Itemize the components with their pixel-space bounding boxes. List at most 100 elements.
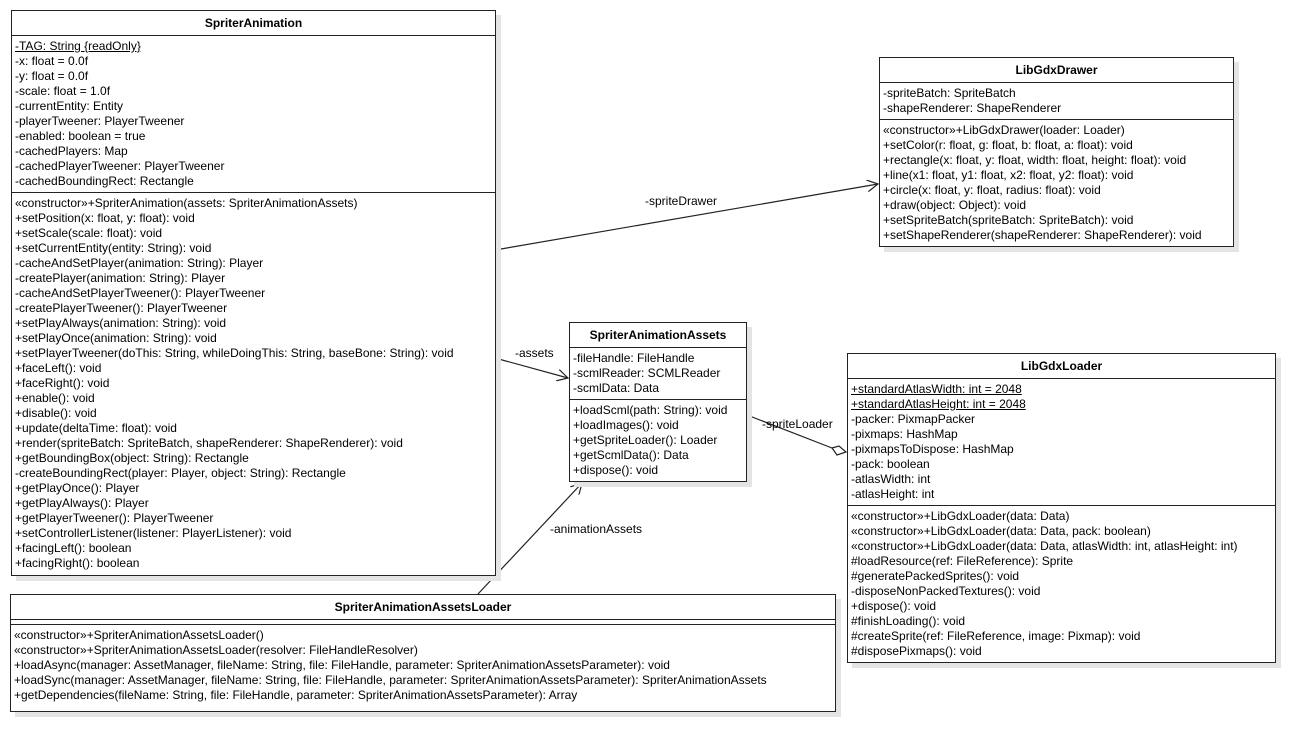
operation-row: +setScale(scale: float): void: [15, 226, 163, 240]
operation-row: +dispose(): void: [573, 463, 659, 477]
class-name: LibGdxDrawer: [880, 58, 1233, 83]
attributes-compartment: -TAG: String {readOnly} -x: float = 0.0f -…: [12, 36, 495, 193]
operation-row: #finishLoading(): void: [851, 614, 966, 628]
class-name: SpriterAnimationAssetsLoader: [11, 595, 835, 620]
label-sprite-loader: -spriteLoader: [762, 417, 833, 431]
operation-row: +update(deltaTime: float): void: [15, 421, 177, 435]
attribute-row: -fileHandle: FileHandle: [573, 351, 695, 365]
operation-row: +facingRight(): boolean: [15, 556, 140, 570]
operation-row: +getPlayOnce(): Player: [15, 481, 140, 495]
attribute-row: -shapeRenderer: ShapeRenderer: [883, 101, 1062, 115]
operation-row: +setCurrentEntity(entity: String): void: [15, 241, 212, 255]
operation-row: «constructor»+LibGdxLoader(data: Data): [851, 509, 1070, 523]
operation-row: +setControllerListener(listener: PlayerL…: [15, 526, 292, 540]
operation-row: #loadResource(ref: FileReference): Sprit…: [851, 554, 1074, 568]
operations-compartment: +loadScml(path: String): void +loadImages…: [570, 400, 746, 481]
operation-row: +loadScml(path: String): void: [573, 403, 728, 417]
operation-row: +setPlayAlways(animation: String): void: [15, 316, 227, 330]
class-name: SpriterAnimation: [12, 11, 495, 36]
class-name: SpriterAnimationAssets: [570, 323, 746, 348]
operation-row: +setPlayOnce(animation: String): void: [15, 331, 217, 345]
attribute-row: -currentEntity: Entity: [15, 99, 124, 113]
operation-row: +draw(object: Object): void: [883, 198, 1027, 212]
attribute-row: -pixmaps: HashMap: [851, 427, 958, 441]
label-assets: -assets: [515, 346, 554, 360]
operation-row: +setSpriteBatch(spriteBatch: SpriteBatch…: [883, 213, 1134, 227]
operation-row: +setPosition(x: float, y: float): void: [15, 211, 195, 225]
attribute-row: -scmlData: Data: [573, 381, 660, 395]
attribute-row: -cachedPlayers: Map: [15, 144, 128, 158]
operation-row: «constructor»+LibGdxDrawer(loader: Loade…: [883, 123, 1125, 137]
attribute-row: -enabled: boolean = true: [15, 129, 146, 143]
operation-row: -disposeNonPackedTextures(): void: [851, 584, 1041, 598]
attribute-row: -cachedPlayerTweener: PlayerTweener: [15, 159, 225, 173]
operation-row: #createSprite(ref: FileReference, image:…: [851, 629, 1141, 643]
operation-row: +loadImages(): void: [573, 418, 679, 432]
operation-row: «constructor»+LibGdxLoader(data: Data, p…: [851, 524, 1151, 538]
attribute-row: -y: float = 0.0f: [15, 69, 89, 83]
class-spriter-animation-assets[interactable]: SpriterAnimationAssets -fileHandle: File…: [569, 322, 747, 482]
attributes-compartment: -fileHandle: FileHandle -scmlReader: SCML…: [570, 348, 746, 400]
class-name: LibGdxLoader: [848, 354, 1275, 379]
operation-row: +getPlayerTweener(): PlayerTweener: [15, 511, 214, 525]
attribute-row: -playerTweener: PlayerTweener: [15, 114, 185, 128]
operation-row: +render(spriteBatch: SpriteBatch, shapeR…: [15, 436, 403, 450]
operation-row: #disposePixmaps(): void: [851, 644, 982, 658]
operations-compartment: «constructor»+SpriterAnimation(assets: S…: [12, 193, 495, 574]
attribute-row: -x: float = 0.0f: [15, 54, 89, 68]
operation-row: -createBoundingRect(player: Player, obje…: [15, 466, 346, 480]
class-spriter-animation-assets-loader[interactable]: SpriterAnimationAssetsLoader «constructo…: [10, 594, 836, 712]
operation-row: «constructor»+LibGdxLoader(data: Data, a…: [851, 539, 1238, 553]
attribute-row: -atlasHeight: int: [851, 487, 935, 501]
attribute-row: -scale: float = 1.0f: [15, 84, 111, 98]
operation-row: +faceRight(): void: [15, 376, 110, 390]
operation-row: -createPlayer(animation: String): Player: [15, 271, 226, 285]
attribute-row: -atlasWidth: int: [851, 472, 931, 486]
attribute-row: -spriteBatch: SpriteBatch: [883, 86, 1016, 100]
operation-row: +line(x1: float, y1: float, x2: float, y…: [883, 168, 1134, 182]
operation-row: -createPlayerTweener(): PlayerTweener: [15, 301, 228, 315]
attribute-row: -packer: PixmapPacker: [851, 412, 976, 426]
operation-row: +loadAsync(manager: AssetManager, fileNa…: [14, 658, 670, 672]
operation-row: +rectangle(x: float, y: float, width: fl…: [883, 153, 1187, 167]
operations-compartment: «constructor»+SpriterAnimationAssetsLoad…: [11, 625, 835, 706]
operation-row: +getSpriteLoader(): Loader: [573, 433, 718, 447]
operation-row: +getBoundingBox(object: String): Rectang…: [15, 451, 249, 465]
aggregation-diamond: [831, 445, 848, 456]
operation-row: #generatePackedSprites(): void: [851, 569, 1020, 583]
class-spriter-animation[interactable]: SpriterAnimation -TAG: String {readOnly}…: [11, 10, 496, 576]
attribute-row: -TAG: String {readOnly}: [15, 39, 141, 53]
operation-row: +setColor(r: float, g: float, b: float, …: [883, 138, 1133, 152]
operation-row: +enable(): void: [15, 391, 95, 405]
label-animation-assets: -animationAssets: [550, 522, 643, 536]
operation-row: +loadSync(manager: AssetManager, fileNam…: [14, 673, 767, 687]
attribute-row: -scmlReader: SCMLReader: [573, 366, 721, 380]
operations-compartment: «constructor»+LibGdxLoader(data: Data) «c…: [848, 506, 1275, 662]
operation-row: +dispose(): void: [851, 599, 937, 613]
operation-row: «constructor»+SpriterAnimationAssetsLoad…: [14, 643, 418, 657]
operation-row: -cacheAndSetPlayerTweener(): PlayerTween…: [15, 286, 266, 300]
operation-row: +disable(): void: [15, 406, 97, 420]
attributes-compartment: -spriteBatch: SpriteBatch -shapeRenderer:…: [880, 83, 1233, 120]
class-libgdx-loader[interactable]: LibGdxLoader +standardAtlasWidth: int = …: [847, 353, 1276, 663]
attribute-row: -cachedBoundingRect: Rectangle: [15, 174, 194, 188]
operation-row: +setPlayerTweener(doThis: String, whileD…: [15, 346, 454, 360]
class-libgdx-drawer[interactable]: LibGdxDrawer -spriteBatch: SpriteBatch -s…: [879, 57, 1234, 247]
attribute-row: +standardAtlasWidth: int = 2048: [851, 382, 1022, 396]
attribute-row: -pixmapsToDispose: HashMap: [851, 442, 1014, 456]
operation-row: +getScmlData(): Data: [573, 448, 689, 462]
operation-row: +facingLeft(): boolean: [15, 541, 132, 555]
attribute-row: +standardAtlasHeight: int = 2048: [851, 397, 1026, 411]
operation-row: +faceLeft(): void: [15, 361, 102, 375]
association-assets: [494, 357, 568, 378]
operation-row: «constructor»+SpriterAnimation(assets: S…: [15, 196, 358, 210]
operation-row: «constructor»+SpriterAnimationAssetsLoad…: [14, 628, 264, 642]
attribute-row: -pack: boolean: [851, 457, 930, 471]
attributes-compartment: +standardAtlasWidth: int = 2048 +standard…: [848, 379, 1275, 506]
operations-compartment: «constructor»+LibGdxDrawer(loader: Loade…: [880, 120, 1233, 246]
operation-row: +circle(x: float, y: float, radius: floa…: [883, 183, 1101, 197]
operation-row: +setShapeRenderer(shapeRenderer: ShapeRe…: [883, 228, 1202, 242]
operation-row: -cacheAndSetPlayer(animation: String): P…: [15, 256, 264, 270]
operation-row: +getPlayAlways(): Player: [15, 496, 149, 510]
label-sprite-drawer: -spriteDrawer: [645, 194, 718, 208]
